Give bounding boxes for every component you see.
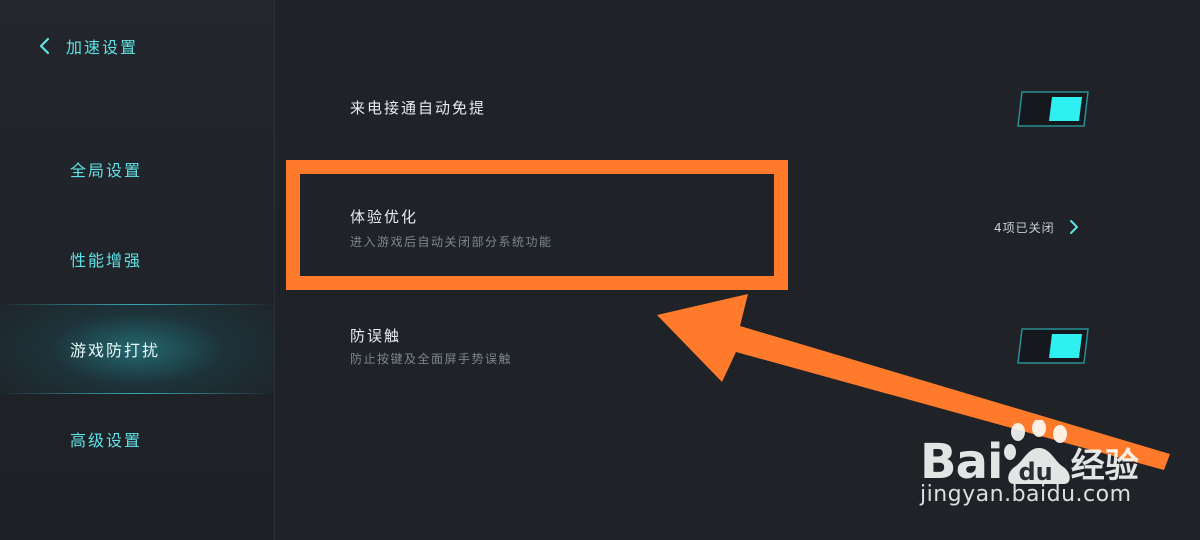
baidu-jingyan-watermark: Bai du 经验 jingyan.baidu.com — [918, 412, 1158, 522]
watermark-logo-du: du — [1018, 458, 1053, 486]
auto-speaker-toggle[interactable] — [1016, 91, 1089, 127]
watermark-logo-bai: Bai — [920, 434, 1003, 490]
paw-icon — [1002, 420, 1076, 486]
back-button[interactable]: 加速设置 — [38, 30, 138, 62]
back-label: 加速设置 — [66, 38, 139, 57]
settings-screen: 加速设置 全局设置 性能增强 游戏防打扰 高级设置 来电接通自动免提 体验优化 … — [0, 0, 1200, 540]
mistouch-desc: 防止按键及全面屏手势误触 — [350, 352, 513, 366]
sidebar-item-game-do-not-disturb[interactable]: 游戏防打扰 — [0, 304, 274, 394]
sidebar-item-label: 游戏防打扰 — [70, 341, 161, 360]
experience-optimization-title: 体验优化 — [350, 208, 419, 226]
experience-optimization-desc: 进入游戏后自动关闭部分系统功能 — [350, 235, 553, 249]
sidebar-item-global-settings[interactable]: 全局设置 — [0, 124, 274, 214]
watermark-url: jingyan.baidu.com — [920, 482, 1132, 507]
sidebar-item-label: 性能增强 — [70, 251, 143, 270]
baidu-logo: Bai du 经验 — [920, 416, 1139, 486]
sidebar-item-label: 高级设置 — [70, 431, 143, 450]
sidebar: 加速设置 全局设置 性能增强 游戏防打扰 高级设置 — [0, 0, 275, 540]
mistouch-title: 防误触 — [350, 327, 402, 345]
experience-optimization-value: 4项已关闭 — [994, 220, 1055, 235]
watermark-logo-jingyan: 经验 — [1070, 446, 1139, 486]
sidebar-item-performance[interactable]: 性能增强 — [0, 214, 274, 304]
sidebar-item-advanced-settings[interactable]: 高级设置 — [0, 394, 274, 484]
mistouch-toggle[interactable] — [1016, 328, 1089, 364]
chevron-left-icon — [38, 37, 50, 55]
auto-speaker-title: 来电接通自动免提 — [350, 99, 487, 117]
sidebar-item-label: 全局设置 — [70, 161, 143, 180]
experience-optimization-link[interactable]: 4项已关闭 — [994, 216, 1079, 238]
chevron-right-icon — [1055, 219, 1079, 235]
